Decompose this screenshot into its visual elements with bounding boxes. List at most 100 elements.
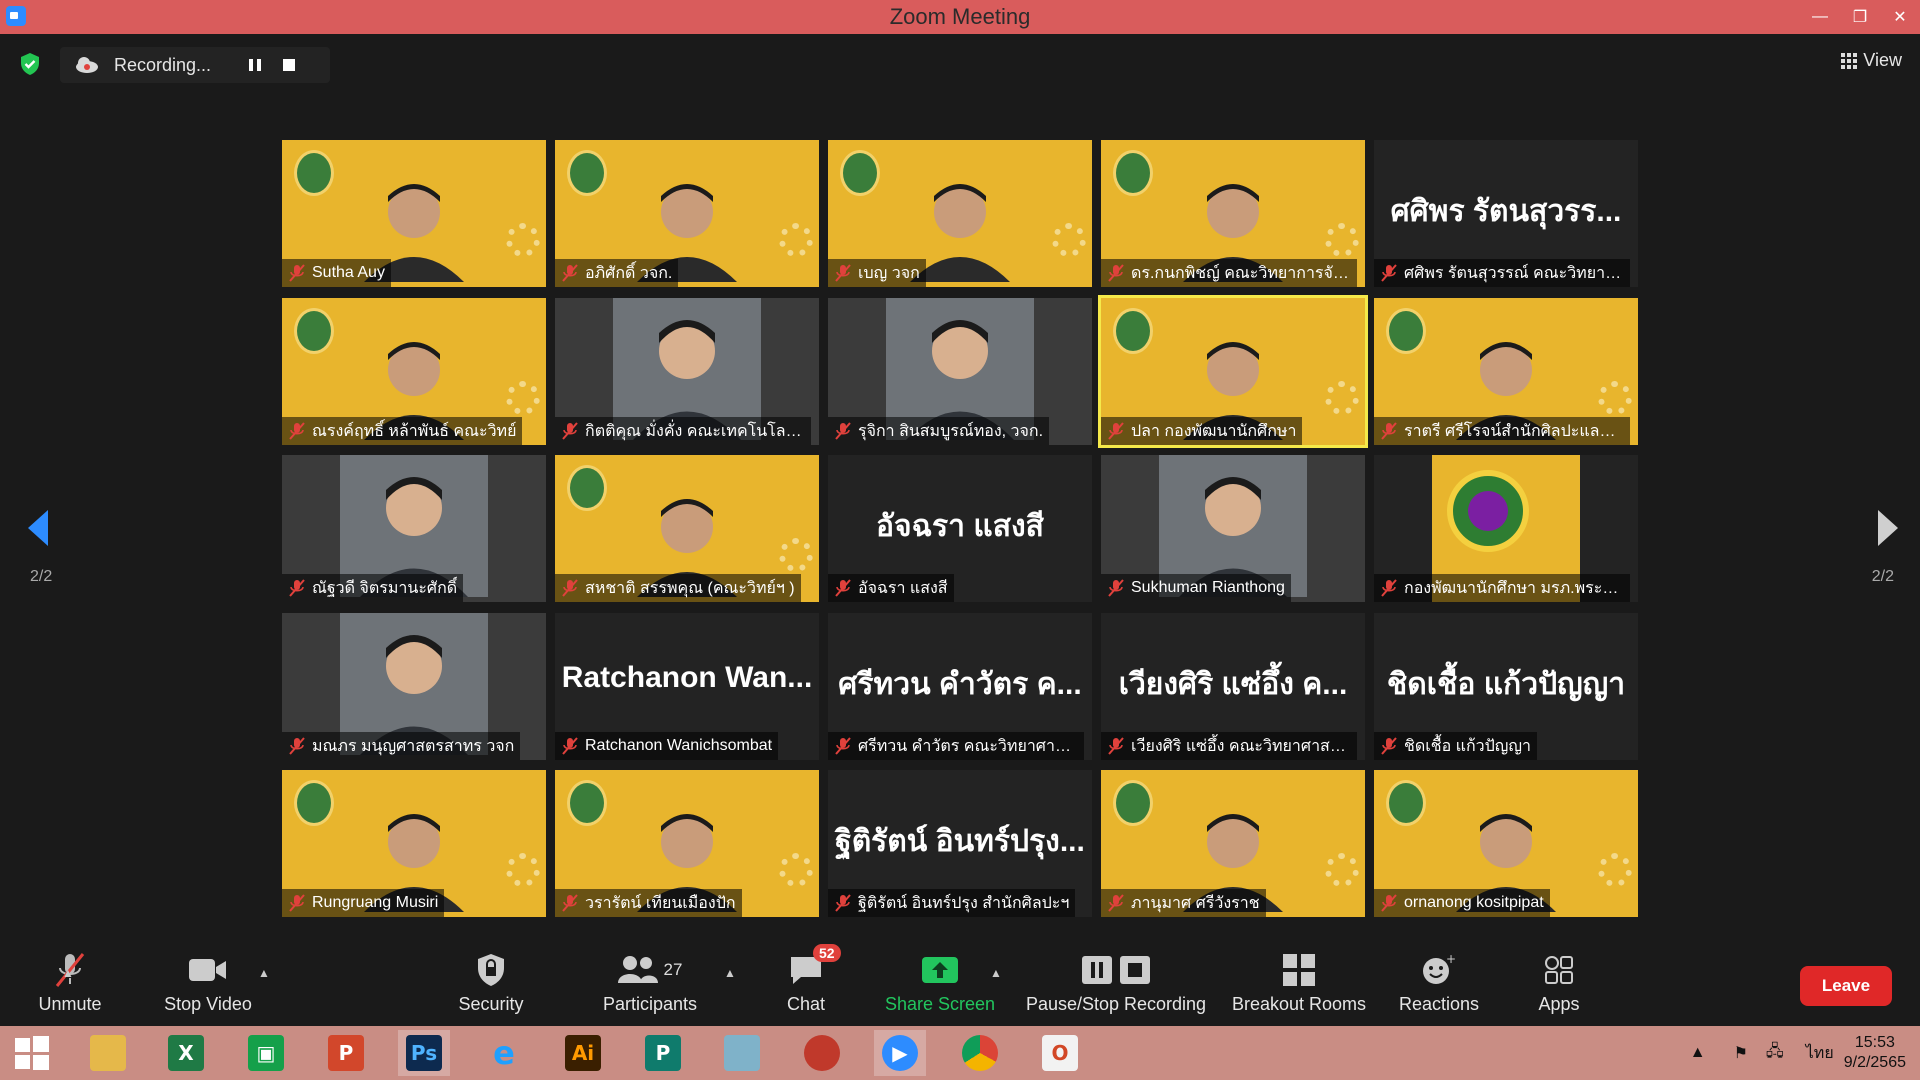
participants-button[interactable]: 27 Participants — [580, 948, 720, 1015]
taskbar-store[interactable]: ▣ — [240, 1030, 292, 1076]
university-seal-icon — [1113, 150, 1153, 196]
participant-nameplate: เบญ วจก — [828, 259, 926, 287]
leave-button[interactable]: Leave — [1800, 966, 1892, 1006]
participant-tile[interactable]: ณรงค์ฤทธิ์ หล้าพันธ์ คณะวิทย์ — [282, 298, 546, 445]
participant-tile[interactable]: สหชาติ สรรพคุณ (คณะวิทย์ฯ ) — [555, 455, 819, 602]
participant-tile[interactable]: กองพัฒนานักศึกษา มรภ.พระนคร — [1374, 455, 1638, 602]
breakout-icon-wrap — [1283, 948, 1315, 992]
input-language[interactable]: ไทย — [1806, 1041, 1834, 1066]
stop-video-button[interactable]: Stop Video — [138, 948, 278, 1015]
pause-recording-button[interactable] — [242, 52, 268, 78]
participant-tile[interactable]: ราตรี ศรีโรจน์สำนักศิลปะและวั... — [1374, 298, 1638, 445]
breakout-rooms-icon — [1283, 954, 1315, 986]
clock-time: 15:53 — [1854, 1034, 1895, 1051]
chevron-up-icon: ▲ — [990, 966, 1002, 980]
tray-overflow-chevron-icon[interactable]: ▲ — [1690, 1044, 1706, 1062]
muted-microphone-icon — [562, 737, 578, 755]
muted-microphone-icon — [1108, 579, 1124, 597]
participant-tile[interactable]: ศศิพร รัตนสุวรร... ศศิพร รัตนสุวรรณ์ คณะว… — [1374, 140, 1638, 287]
unmute-button[interactable]: Unmute — [0, 948, 140, 1015]
participant-tile[interactable]: ดร.กนกพิชญ์ คณะวิทยาการจัด... — [1101, 140, 1365, 287]
university-seal-icon — [1386, 308, 1426, 354]
taskbar-clock[interactable]: 15:53 9/2/2565 — [1844, 1033, 1906, 1073]
taskbar-file-explorer[interactable] — [82, 1030, 134, 1076]
apps-button[interactable]: Apps — [1489, 948, 1629, 1015]
taskbar-internet-explorer[interactable]: e — [478, 1030, 530, 1076]
taskbar-powerpoint[interactable]: P — [320, 1030, 372, 1076]
muted-microphone-icon — [562, 579, 578, 597]
participant-nameplate: ราตรี ศรีโรจน์สำนักศิลปะและวั... — [1374, 417, 1630, 445]
chevron-up-icon: ▲ — [258, 966, 270, 980]
start-button[interactable] — [6, 1030, 58, 1076]
share-icon-wrap — [921, 948, 959, 992]
participant-tile[interactable]: Sutha Auy — [282, 140, 546, 287]
minimize-icon[interactable]: — — [1800, 0, 1840, 34]
folder-icon — [90, 1035, 126, 1071]
participant-nameplate: อภิศักดิ์ วจก. — [555, 259, 679, 287]
next-page-arrow-icon[interactable] — [1876, 508, 1900, 548]
taskbar-chrome[interactable] — [954, 1030, 1006, 1076]
participant-tile[interactable]: อัจฉรา แสงสี อัจฉรา แสงสี — [828, 455, 1092, 602]
window-controls: — ❐ ✕ — [1800, 0, 1920, 34]
encryption-shield-icon[interactable] — [18, 52, 42, 76]
taskbar-photoshop[interactable]: Ps — [398, 1030, 450, 1076]
network-icon[interactable]: 🖧 — [1766, 1040, 1784, 1067]
stop-recording-button[interactable] — [276, 52, 302, 78]
participant-tile[interactable]: เวียงศิริ แซ่อึ้ง ค... เวียงศิริ แซ่อึ้ง … — [1101, 613, 1365, 760]
taskbar-zoom[interactable]: ▶ — [874, 1030, 926, 1076]
participant-tile[interactable]: วรารัตน์ เทียนเมืองปัก — [555, 770, 819, 917]
university-seal-icon — [840, 150, 880, 196]
participant-tile[interactable]: ศรีทวน คำวัตร ค... ศรีทวน คำวัตร คณะวิทยา… — [828, 613, 1092, 760]
participant-tile[interactable]: รุจิกา สินสมบูรณ์ทอง, วจก. — [828, 298, 1092, 445]
gear-decoration-icon — [1052, 223, 1086, 257]
participant-tile[interactable]: ณัฐวดี จิตรมานะศักดิ์ — [282, 455, 546, 602]
participant-tile[interactable]: ปลา กองพัฒนานักศึกษา — [1098, 295, 1368, 448]
gear-decoration-icon — [1325, 381, 1359, 415]
breakout-rooms-button[interactable]: Breakout Rooms — [1229, 948, 1369, 1015]
share-screen-icon — [922, 957, 958, 983]
participant-tile[interactable]: อภิศักดิ์ วจก. — [555, 140, 819, 287]
window-title: Zoom Meeting — [889, 4, 1031, 29]
close-icon[interactable]: ✕ — [1880, 0, 1920, 34]
pause-stop-recording-button[interactable]: Pause/Stop Recording — [1006, 948, 1226, 1015]
view-button[interactable]: View — [1841, 50, 1902, 71]
previous-page-arrow-icon[interactable] — [26, 508, 50, 548]
participant-tile[interactable]: ชิดเชื้อ แก้วปัญญา ชิดเชื้อ แก้วปัญญา — [1374, 613, 1638, 760]
participant-name-label: กองพัฒนานักศึกษา มรภ.พระนคร — [1404, 579, 1624, 597]
security-shield-icon — [478, 954, 504, 986]
meeting-toolbar: Unmute ▲ Stop Video ▲ Security 27 Partic… — [0, 940, 1920, 1026]
gear-decoration-icon — [1325, 853, 1359, 887]
gear-decoration-icon — [1598, 853, 1632, 887]
page-indicator-left: 2/2 — [30, 568, 53, 585]
university-seal-icon — [1113, 308, 1153, 354]
excel-icon: X — [168, 1035, 204, 1071]
participant-name-label: ณรงค์ฤทธิ์ หล้าพันธ์ คณะวิทย์ — [312, 422, 517, 440]
taskbar-office[interactable]: O — [1034, 1030, 1086, 1076]
participant-tile[interactable]: Rungruang Musiri — [282, 770, 546, 917]
security-button[interactable]: Security — [421, 948, 561, 1015]
restore-icon[interactable]: ❐ — [1840, 0, 1880, 34]
participant-nameplate: Rungruang Musiri — [282, 889, 445, 917]
reactions-button[interactable]: + Reactions — [1369, 948, 1509, 1015]
taskbar-excel[interactable]: X — [160, 1030, 212, 1076]
participant-tile[interactable]: ornanong kositpipat — [1374, 770, 1638, 917]
action-flag-icon[interactable]: ⚑ — [1734, 1043, 1748, 1063]
participant-tile[interactable]: Ratchanon Wan... Ratchanon Wanichsombat — [555, 613, 819, 760]
security-icon-wrap — [476, 948, 506, 992]
gear-decoration-icon — [779, 853, 813, 887]
participant-tile[interactable]: เบญ วจก — [828, 140, 1092, 287]
participant-tile[interactable]: Sukhuman Rianthong — [1101, 455, 1365, 602]
taskbar-notes[interactable] — [716, 1030, 768, 1076]
participant-tile[interactable]: กิตติคุณ มั่งคั่ง คณะเทคโนโลยีอุ... — [555, 298, 819, 445]
share-screen-button[interactable]: Share Screen — [870, 948, 1010, 1015]
participant-tile[interactable]: มณภร มนุญศาสตรสาทร วจก — [282, 613, 546, 760]
participant-tile[interactable]: ภานุมาศ ศรีวังราช — [1101, 770, 1365, 917]
taskbar-publisher[interactable]: P — [637, 1030, 689, 1076]
taskbar-photoscape[interactable] — [796, 1030, 848, 1076]
participant-name-label: มณภร มนุญศาสตรสาทร วจก — [312, 737, 515, 755]
taskbar-illustrator[interactable]: Ai — [557, 1030, 609, 1076]
participant-tile[interactable]: ฐิติรัตน์ อินทร์ปรุง... ฐิติรัตน์ อินทร์ป… — [828, 770, 1092, 917]
muted-microphone-icon — [289, 264, 305, 282]
chat-button[interactable]: 52 Chat — [736, 944, 876, 1015]
participant-nameplate: อัจฉรา แสงสี — [828, 574, 954, 602]
